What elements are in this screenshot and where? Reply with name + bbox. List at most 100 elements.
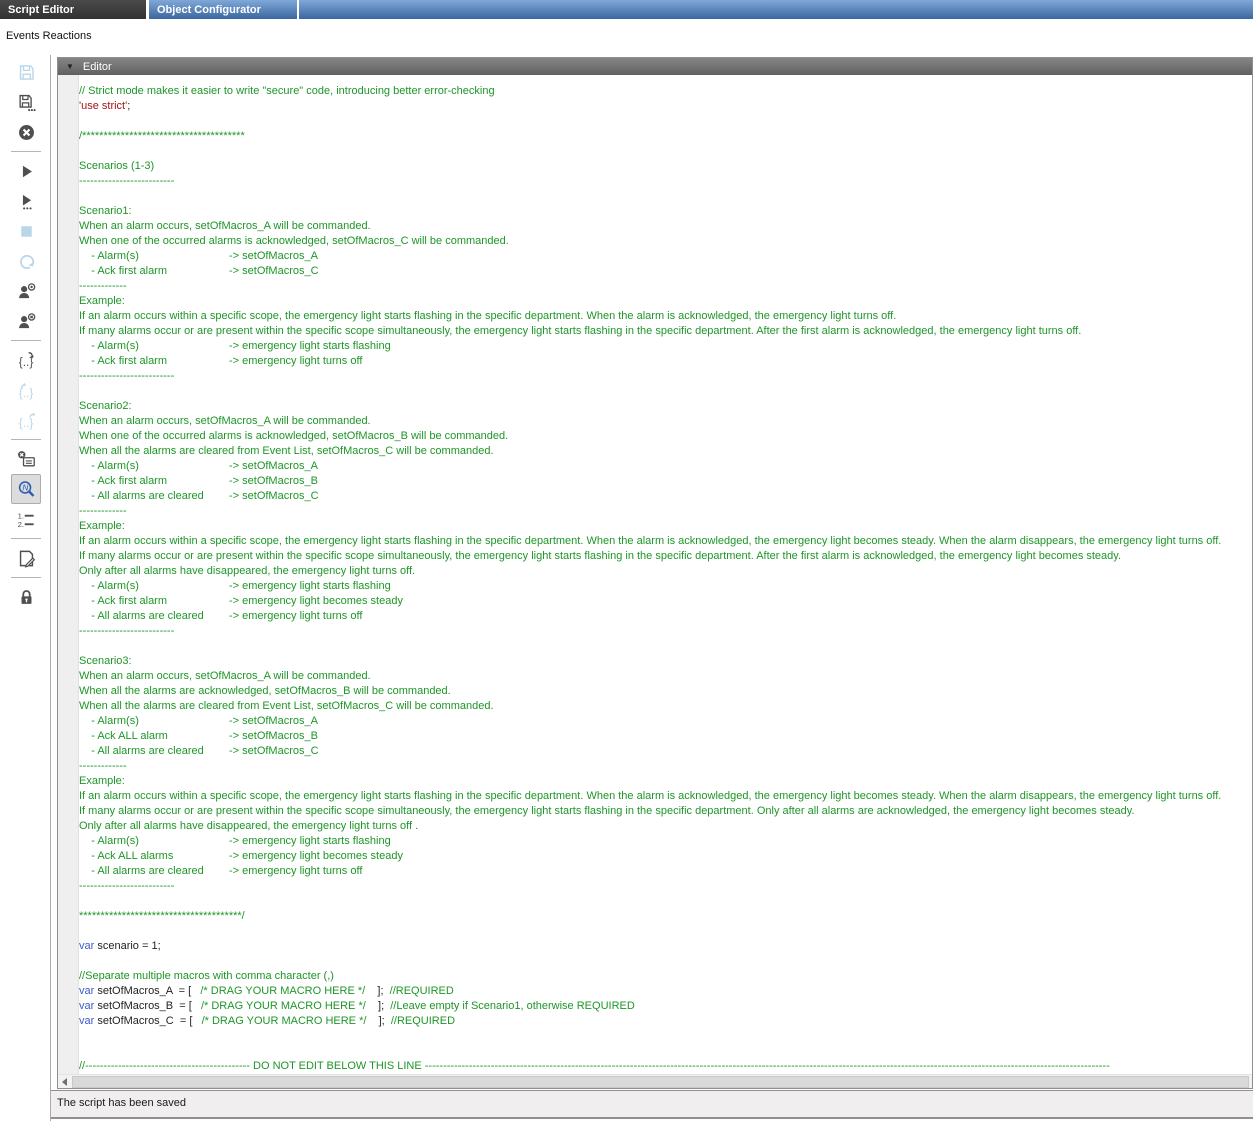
toolbar-button-export-code-up[interactable]: {..} <box>11 375 41 405</box>
tab-script-editor-label: Script Editor <box>8 4 74 16</box>
code-line: When an alarm occurs, setOfMacros_A will… <box>79 669 1252 684</box>
code-line: - All alarms are cleared -> emergency li… <box>79 609 1252 624</box>
toolbar-button-export-code-out[interactable]: {..} <box>11 405 41 435</box>
code-line: If many alarms occur or are present with… <box>79 324 1252 339</box>
stop-icon <box>17 222 36 241</box>
toolbar-button-stop[interactable] <box>11 216 41 246</box>
code-line: ------------- <box>79 759 1252 774</box>
toolbar-button-user-remove[interactable] <box>11 306 41 336</box>
toolbar-button-run[interactable] <box>11 156 41 186</box>
scrollbar-left-arrow-icon[interactable] <box>60 1077 70 1086</box>
code-line <box>79 189 1252 204</box>
code-line: - Ack first alarm -> emergency light tur… <box>79 354 1252 369</box>
collapse-icon[interactable]: ▼ <box>66 63 74 71</box>
toolbar-button-save-as[interactable] <box>11 87 41 117</box>
clear-script-icon <box>17 450 36 469</box>
tab-object-configurator-label: Object Configurator <box>157 4 261 16</box>
toolbar-button-find[interactable]: N <box>11 474 41 504</box>
code-line: - Ack first alarm -> setOfMacros_B <box>79 474 1252 489</box>
code-line: var setOfMacros_B = [ /* DRAG YOUR MACRO… <box>79 999 1252 1014</box>
tab-strip-filler <box>299 0 1253 19</box>
code-line: ------------- <box>79 279 1252 294</box>
code-line: Example: <box>79 774 1252 789</box>
redo-icon <box>17 252 36 271</box>
code-line: var scenario = 1; <box>79 939 1252 954</box>
editor-header[interactable]: ▼ Editor <box>58 58 1252 75</box>
toolbar-button-run-options[interactable] <box>11 186 41 216</box>
page-title: Events Reactions <box>6 30 92 42</box>
run-options-icon <box>17 192 36 211</box>
code-line: If an alarm occurs within a specific sco… <box>79 789 1252 804</box>
code-line <box>79 384 1252 399</box>
frame-divider <box>50 55 51 1121</box>
toolbar-button-line-numbers[interactable]: 1.2. <box>11 504 41 534</box>
code-line: -------------------------- <box>79 879 1252 894</box>
toolbar-button-redo[interactable] <box>11 246 41 276</box>
user-settings-icon <box>17 282 36 301</box>
editor-body: // Strict mode makes it easier to write … <box>58 75 1252 1075</box>
toolbar-button-edit-external[interactable] <box>11 543 41 573</box>
code-line <box>79 114 1252 129</box>
code-line: When an alarm occurs, setOfMacros_A will… <box>79 414 1252 429</box>
code-line <box>79 1029 1252 1044</box>
save-as-icon <box>17 93 36 112</box>
code-line: - All alarms are cleared -> emergency li… <box>79 864 1252 879</box>
code-line: -------------------------- <box>79 624 1252 639</box>
code-line: **************************************/ <box>79 909 1252 924</box>
code-line: - Alarm(s) -> emergency light starts fla… <box>79 579 1252 594</box>
code-line: -------------------------- <box>79 174 1252 189</box>
code-line: If an alarm occurs within a specific sco… <box>79 534 1252 549</box>
cancel-icon <box>17 123 36 142</box>
toolbar-button-save[interactable] <box>11 57 41 87</box>
code-line: Scenarios (1-3) <box>79 159 1252 174</box>
code-line: If many alarms occur or are present with… <box>79 549 1252 564</box>
toolbar-button-import-code[interactable]: {..} <box>11 345 41 375</box>
left-toolbar: {..} {..} {..} N 1.2. <box>8 57 44 612</box>
export-code-up-icon: {..} <box>17 381 36 400</box>
code-content[interactable]: // Strict mode makes it easier to write … <box>79 84 1252 1075</box>
editor-panel: ▼ Editor // Strict mode makes it easier … <box>57 57 1253 1089</box>
editor-header-label: Editor <box>83 61 112 73</box>
code-line: - Alarm(s) -> setOfMacros_A <box>79 249 1252 264</box>
tab-bar: Script Editor Object Configurator <box>0 0 1253 19</box>
save-icon <box>17 63 36 82</box>
tab-object-configurator[interactable]: Object Configurator <box>149 0 297 19</box>
scrollbar-thumb[interactable] <box>72 1076 1249 1088</box>
code-line <box>79 1044 1252 1059</box>
toolbar-button-cancel[interactable] <box>11 117 41 147</box>
code-line: - Alarm(s) -> setOfMacros_A <box>79 459 1252 474</box>
svg-text:2.: 2. <box>17 519 23 528</box>
code-line: 'use strict'; <box>79 99 1252 114</box>
code-line: When all the alarms are cleared from Eve… <box>79 444 1252 459</box>
code-line <box>79 894 1252 909</box>
code-line: Example: <box>79 519 1252 534</box>
find-icon: N <box>17 480 36 499</box>
lock-icon <box>17 588 36 607</box>
code-line: Scenario3: <box>79 654 1252 669</box>
code-line: - All alarms are cleared -> setOfMacros_… <box>79 744 1252 759</box>
code-line: - Ack first alarm -> emergency light bec… <box>79 594 1252 609</box>
edit-external-icon <box>17 549 36 568</box>
user-remove-icon <box>17 312 36 331</box>
code-line: If many alarms occur or are present with… <box>79 804 1252 819</box>
toolbar-separator <box>11 340 41 341</box>
code-line: - Alarm(s) -> emergency light starts fla… <box>79 834 1252 849</box>
tab-script-editor[interactable]: Script Editor <box>0 0 146 19</box>
toolbar-separator <box>11 577 41 578</box>
svg-text:{..}: {..} <box>18 416 33 430</box>
run-icon <box>17 162 36 181</box>
toolbar-button-user-settings[interactable] <box>11 276 41 306</box>
import-code-icon: {..} <box>17 351 36 370</box>
toolbar-button-clear-script[interactable] <box>11 444 41 474</box>
code-line: -------------------------- <box>79 369 1252 384</box>
editor-gutter <box>58 75 79 1075</box>
export-code-out-icon: {..} <box>17 411 36 430</box>
code-line: - Ack first alarm -> setOfMacros_C <box>79 264 1252 279</box>
line-numbers-icon: 1.2. <box>17 510 36 529</box>
code-line: - All alarms are cleared -> setOfMacros_… <box>79 489 1252 504</box>
code-line <box>79 144 1252 159</box>
status-bar: The script has been saved <box>51 1090 1253 1119</box>
code-line: Only after all alarms have disappeared, … <box>79 564 1252 579</box>
code-line: When all the alarms are cleared from Eve… <box>79 699 1252 714</box>
toolbar-button-lock[interactable] <box>11 582 41 612</box>
